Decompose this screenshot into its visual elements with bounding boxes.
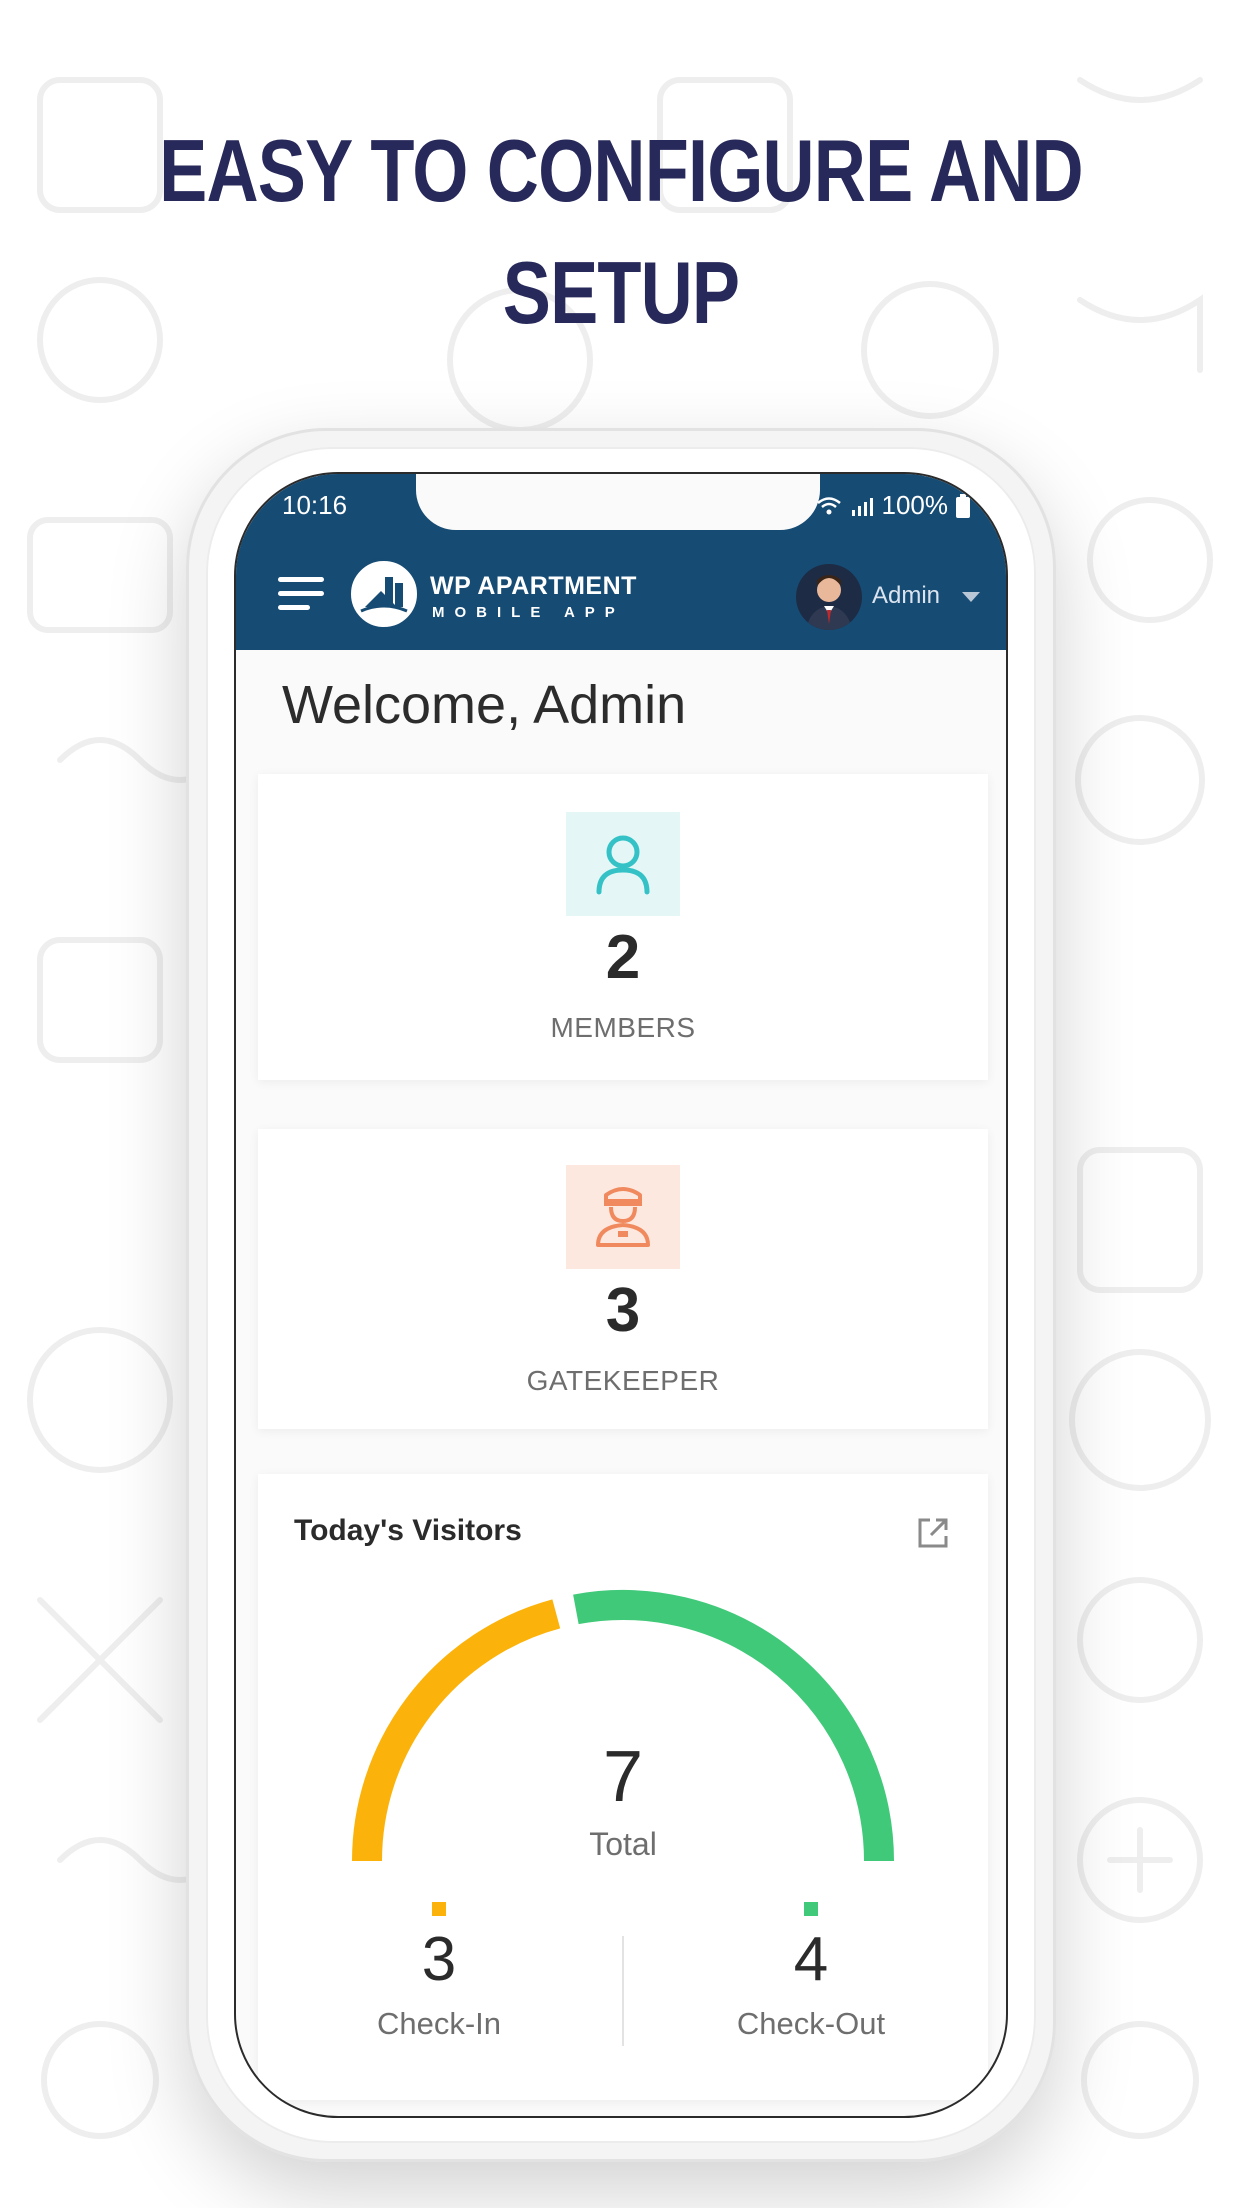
status-time: 10:16 (282, 490, 348, 520)
brand-title: WP APARTMENT (430, 572, 637, 600)
user-name[interactable]: Admin (872, 582, 940, 610)
members-count: 2 (605, 923, 641, 992)
gatekeeper-card[interactable]: 3 GATEKEEPER (258, 1129, 988, 1429)
checkout-label: Check-Out (736, 2006, 886, 2041)
phone-screen: 10:16 100% WP APARTMENT MOBILE APP Admin… (234, 472, 1008, 2118)
gatekeeper-icon-tile (566, 1165, 680, 1269)
wifi-icon (816, 496, 841, 514)
signal-icon (851, 497, 873, 516)
app-header: 10:16 100% WP APARTMENT MOBILE APP Admin (236, 474, 1006, 650)
visitors-card: Today's Visitors 7 Total 3 Check-In 4 Ch… (258, 1474, 988, 2100)
headline-line-2: SETUP (502, 243, 740, 342)
chevron-down-icon[interactable] (962, 592, 980, 602)
status-icons: 100% (816, 490, 970, 521)
gatekeeper-count: 3 (605, 1276, 641, 1345)
person-icon (596, 835, 650, 895)
notch (416, 474, 820, 530)
checkin-count: 3 (421, 1925, 457, 1994)
checkout-count: 4 (793, 1925, 829, 1994)
gatekeeper-label: GATEKEEPER (526, 1365, 720, 1396)
legend-divider (622, 1936, 624, 2046)
gauge-arc-checkout (573, 1590, 894, 1862)
guard-icon (596, 1187, 650, 1247)
checkin-label: Check-In (376, 2006, 502, 2041)
visitors-total-label: Total (589, 1826, 657, 1862)
members-label: MEMBERS (550, 1012, 696, 1043)
menu-icon[interactable] (278, 577, 324, 611)
brand-logo-icon (348, 558, 420, 630)
visitors-total: 7 (602, 1737, 644, 1817)
checkin-legend-marker (432, 1902, 446, 1916)
members-card[interactable]: 2 MEMBERS (258, 774, 988, 1080)
brand-subtitle: MOBILE APP (432, 604, 625, 621)
battery-percent: 100% (881, 490, 949, 520)
members-icon-tile (566, 812, 680, 916)
headline: EASY TO CONFIGURE AND SETUP (112, 110, 1130, 354)
welcome-title: Welcome, Admin (282, 675, 687, 735)
battery-icon (956, 493, 970, 518)
checkout-legend-marker (804, 1902, 818, 1916)
headline-line-1: EASY TO CONFIGURE AND (159, 121, 1083, 220)
avatar[interactable] (796, 564, 862, 630)
